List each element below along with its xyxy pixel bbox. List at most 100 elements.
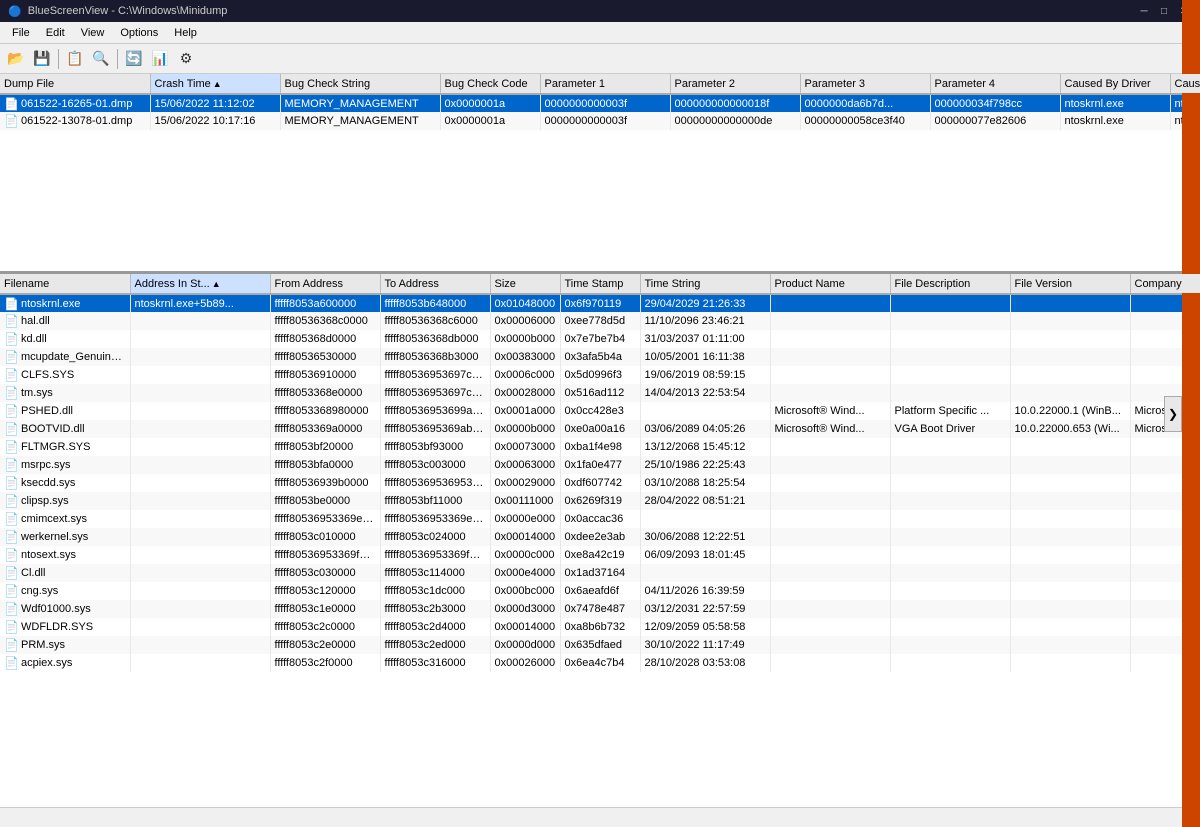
driver-cell: ntoskrnl.exe+5b89...: [130, 294, 270, 312]
dump-row[interactable]: 📄061522-16265-01.dmp15/06/2022 11:12:02M…: [0, 94, 1200, 112]
driver-cell: fffff8053bf11000: [380, 492, 490, 510]
driver-row[interactable]: 📄FLTMGR.SYSfffff8053bf20000fffff8053bf93…: [0, 438, 1200, 456]
driver-cell: [130, 492, 270, 510]
menu-help[interactable]: Help: [166, 25, 205, 41]
col-to-addr[interactable]: To Address: [380, 274, 490, 294]
driver-cell: 14/04/2013 22:53:54: [640, 384, 770, 402]
driver-row[interactable]: 📄BOOTVID.dllfffff8053369a0000fffff805369…: [0, 420, 1200, 438]
driver-cell: 0x6aeafd6f: [560, 582, 640, 600]
col-bug-check-code[interactable]: Bug Check Code: [440, 74, 540, 94]
driver-cell: 📄kd.dll: [0, 330, 130, 348]
menu-options[interactable]: Options: [112, 25, 166, 41]
driver-row[interactable]: 📄PRM.sysfffff8053c2e0000fffff8053c2ed000…: [0, 636, 1200, 654]
col-param4[interactable]: Parameter 4: [930, 74, 1060, 94]
driver-row[interactable]: 📄ntosext.sysfffff80536953369f0000fffff80…: [0, 546, 1200, 564]
col-time-stamp[interactable]: Time Stamp: [560, 274, 640, 294]
driver-cell: 📄PSHED.dll: [0, 402, 130, 420]
col-file-version[interactable]: File Version: [1010, 274, 1130, 294]
driver-cell: Platform Specific ...: [890, 402, 1010, 420]
toolbar-open[interactable]: 📂: [4, 47, 28, 71]
driver-cell: fffff8053c024000: [380, 528, 490, 546]
dump-cell: MEMORY_MANAGEMENT: [280, 112, 440, 130]
driver-row[interactable]: 📄mcupdate_GenuineIntel.dllfffff805365300…: [0, 348, 1200, 366]
driver-cell: fffff8053368980000: [270, 402, 380, 420]
col-dump-file[interactable]: Dump File: [0, 74, 150, 94]
col-filename[interactable]: Filename: [0, 274, 130, 294]
driver-cell: fffff8053c2e0000: [270, 636, 380, 654]
driver-cell: fffff80536910000: [270, 366, 380, 384]
driver-row[interactable]: 📄werkernel.sysfffff8053c010000fffff8053c…: [0, 528, 1200, 546]
driver-cell: [890, 438, 1010, 456]
driver-cell: fffff80536953697c000: [380, 366, 490, 384]
driver-cell: 0x7e7be7b4: [560, 330, 640, 348]
col-company[interactable]: Company: [1130, 274, 1200, 294]
toolbar-refresh[interactable]: 🔄: [122, 47, 146, 71]
driver-cell: [1010, 330, 1130, 348]
driver-row[interactable]: 📄kd.dllfffff805368d0000fffff80536368db00…: [0, 330, 1200, 348]
driver-cell: [770, 510, 890, 528]
driver-cell: 0x0000b000: [490, 420, 560, 438]
dump-cell: 📄061522-13078-01.dmp: [0, 112, 150, 130]
col-address-in[interactable]: Address In St...▲: [130, 274, 270, 294]
driver-row[interactable]: 📄cng.sysfffff8053c120000fffff8053c1dc000…: [0, 582, 1200, 600]
driver-row[interactable]: 📄msrpc.sysfffff8053bfa0000fffff8053c0030…: [0, 456, 1200, 474]
drivers-table: Filename Address In St...▲ From Address …: [0, 274, 1200, 672]
menu-bar: File Edit View Options Help: [0, 22, 1200, 44]
driver-cell: [130, 330, 270, 348]
driver-cell: 30/10/2022 11:17:49: [640, 636, 770, 654]
driver-icon: 📄: [4, 332, 18, 346]
dump-row[interactable]: 📄061522-13078-01.dmp15/06/2022 10:17:16M…: [0, 112, 1200, 130]
col-param2[interactable]: Parameter 2: [670, 74, 800, 94]
driver-row[interactable]: 📄CLFS.SYSfffff80536910000fffff8053695369…: [0, 366, 1200, 384]
col-caused-addr[interactable]: Caused By Address: [1170, 74, 1200, 94]
toolbar-save[interactable]: 💾: [30, 47, 54, 71]
toolbar-copy[interactable]: 📋: [63, 47, 87, 71]
driver-cell: fffff8053c2d4000: [380, 618, 490, 636]
col-from-addr[interactable]: From Address: [270, 274, 380, 294]
driver-row[interactable]: 📄ntoskrnl.exentoskrnl.exe+5b89...fffff80…: [0, 294, 1200, 312]
menu-file[interactable]: File: [4, 25, 38, 41]
app-icon: 🔵: [8, 5, 22, 18]
driver-row[interactable]: 📄Cl.dllfffff8053c030000fffff8053c1140000…: [0, 564, 1200, 582]
driver-cell: [770, 582, 890, 600]
menu-edit[interactable]: Edit: [38, 25, 73, 41]
maximize-button[interactable]: □: [1156, 3, 1172, 19]
driver-row[interactable]: 📄clipsp.sysfffff8053be0000fffff8053bf110…: [0, 492, 1200, 510]
minimize-button[interactable]: ─: [1136, 3, 1152, 19]
driver-row[interactable]: 📄acpiex.sysfffff8053c2f0000fffff8053c316…: [0, 654, 1200, 672]
file-icon: 📄: [4, 114, 18, 128]
driver-cell: [770, 618, 890, 636]
col-param3[interactable]: Parameter 3: [800, 74, 930, 94]
toolbar-report[interactable]: 📊: [148, 47, 172, 71]
col-size[interactable]: Size: [490, 274, 560, 294]
driver-cell: [640, 564, 770, 582]
driver-cell: [640, 402, 770, 420]
toolbar-find[interactable]: 🔍: [89, 47, 113, 71]
driver-cell: [890, 492, 1010, 510]
col-crash-time[interactable]: Crash Time▲: [150, 74, 280, 94]
drivers-pane[interactable]: Filename Address In St...▲ From Address …: [0, 274, 1200, 807]
driver-cell: 📄PRM.sys: [0, 636, 130, 654]
toolbar-settings[interactable]: ⚙: [174, 47, 198, 71]
driver-cell: [130, 438, 270, 456]
driver-row[interactable]: 📄tm.sysfffff8053368e0000fffff80536953697…: [0, 384, 1200, 402]
col-caused-driver[interactable]: Caused By Driver: [1060, 74, 1170, 94]
driver-row[interactable]: 📄cmimcext.sysfffff80536953369e0000fffff8…: [0, 510, 1200, 528]
driver-row[interactable]: 📄Wdf01000.sysfffff8053c1e0000fffff8053c2…: [0, 600, 1200, 618]
col-time-string[interactable]: Time String: [640, 274, 770, 294]
col-bug-check-string[interactable]: Bug Check String: [280, 74, 440, 94]
col-file-desc-bot[interactable]: File Description: [890, 274, 1010, 294]
driver-row[interactable]: 📄ksecdd.sysfffff80536939b0000fffff805369…: [0, 474, 1200, 492]
menu-view[interactable]: View: [73, 25, 113, 41]
nav-arrow[interactable]: ❯: [1164, 396, 1182, 432]
col-param1[interactable]: Parameter 1: [540, 74, 670, 94]
driver-row[interactable]: 📄WDFLDR.SYSfffff8053c2c0000fffff8053c2d4…: [0, 618, 1200, 636]
driver-row[interactable]: 📄hal.dllfffff80536368c0000fffff80536368c…: [0, 312, 1200, 330]
driver-row[interactable]: 📄PSHED.dllfffff8053368980000fffff8053695…: [0, 402, 1200, 420]
col-product-name[interactable]: Product Name: [770, 274, 890, 294]
driver-cell: [1010, 312, 1130, 330]
dump-cell: 15/06/2022 11:12:02: [150, 94, 280, 112]
dump-cell: 000000000000018f: [670, 94, 800, 112]
dump-files-pane[interactable]: Dump File Crash Time▲ Bug Check String B…: [0, 74, 1200, 274]
driver-cell: 0x0000c000: [490, 546, 560, 564]
